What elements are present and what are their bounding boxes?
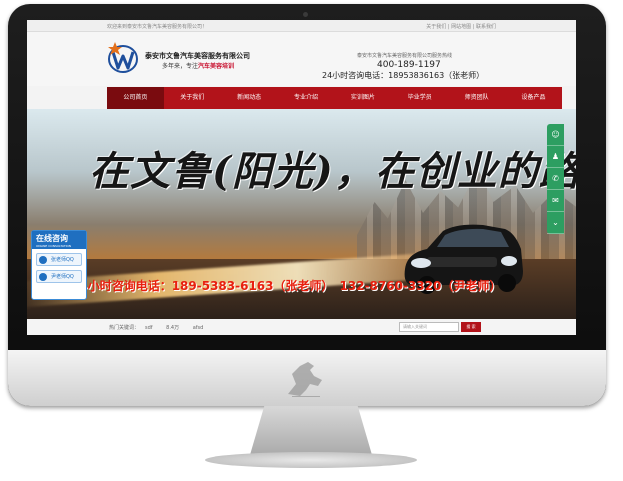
arrow-down-icon[interactable]: ⌄ (547, 212, 564, 234)
consult-phone: 24小时咨询电话：18953836163（张老师） (322, 71, 485, 80)
browser-screen: 欢迎来到泰安市文鲁汽车美容服务有限公司！ 关于我们 | 网站地图 | 联系我们 … (27, 20, 576, 335)
search-input[interactable]: 请输入关键词 (399, 322, 459, 332)
nav-products[interactable]: 设备产品 (505, 87, 562, 109)
hotline-number: 400-189-1197 (377, 60, 441, 70)
qq-icon (39, 273, 47, 281)
banner-title: 在文鲁(阳光)，在创业的路上 (89, 148, 576, 195)
company-logo[interactable] (107, 40, 139, 74)
hot-keywords-bar: 热门关键词： sdf 8.4万 afsd 请输入关键词 搜 索 (27, 319, 576, 335)
phone-icon[interactable]: ✆ (547, 168, 564, 190)
online-consult-widget: 在线咨询 ONLINE CONSULTATION 张老师QQ 尹老师QQ (31, 230, 87, 300)
hot-word[interactable]: afsd (193, 325, 204, 331)
nav-graduates[interactable]: 毕业学员 (391, 87, 448, 109)
slogan: 多年来，专注汽车美容培训 (162, 61, 234, 70)
chat-icon[interactable]: ☺ (547, 124, 564, 146)
monitor-base (205, 452, 417, 468)
hot-word[interactable]: 8.4万 (166, 325, 179, 331)
welcome-text: 欢迎来到泰安市文鲁汽车美容服务有限公司！ (107, 24, 208, 30)
company-name: 泰安市文鲁汽车美容服务有限公司 (145, 52, 250, 60)
consult-qq-yin[interactable]: 尹老师QQ (36, 270, 82, 283)
qq-icon (39, 256, 47, 264)
side-float-toolbar: ☺ ♟ ✆ ✉ ⌄ (547, 124, 564, 234)
consult-row-label: 张老师QQ (51, 257, 74, 263)
consult-header: 在线咨询 ONLINE CONSULTATION (32, 231, 86, 249)
main-nav: 公司首页 关于我们 新闻动态 专业介绍 实训图片 毕业学员 师资团队 设备产品 (107, 87, 562, 109)
slogan-prefix: 多年来，专注 (162, 63, 199, 70)
nav-news[interactable]: 新闻动态 (221, 87, 278, 109)
search-button[interactable]: 搜 索 (461, 322, 481, 332)
nav-majors[interactable]: 专业介绍 (278, 87, 335, 109)
hotline-heading: 泰安市文鲁汽车美容服务有限公司服务热线 (357, 53, 453, 59)
wechat-icon[interactable]: ✉ (547, 190, 564, 212)
hot-word[interactable]: sdf (145, 325, 153, 331)
site-header: 泰安市文鲁汽车美容服务有限公司 多年来，专注汽车美容培训 泰安市文鲁汽车美容服务… (27, 32, 576, 86)
camera-dot (303, 12, 308, 17)
slogan-accent: 汽车美容培训 (198, 63, 235, 70)
top-bar: 欢迎来到泰安市文鲁汽车美容服务有限公司！ 关于我们 | 网站地图 | 联系我们 (27, 20, 576, 32)
consult-row-label: 尹老师QQ (51, 274, 74, 280)
consult-title: 在线咨询 (36, 234, 68, 243)
top-links[interactable]: 关于我们 | 网站地图 | 联系我们 (426, 23, 496, 30)
monitor-stand (249, 406, 373, 456)
hot-words: sdf 8.4万 afsd (145, 324, 215, 331)
hot-label: 热门关键词： (109, 325, 140, 331)
qq-icon[interactable]: ♟ (547, 146, 564, 168)
consult-subtitle: ONLINE CONSULTATION (36, 244, 72, 248)
consult-qq-zhang[interactable]: 张老师QQ (36, 253, 82, 266)
nav-about[interactable]: 关于我们 (164, 87, 221, 109)
horse-logo-icon (288, 362, 322, 397)
nav-teachers[interactable]: 师资团队 (448, 87, 505, 109)
banner-phone: 24小时咨询电话：189-5383-6163（张老师） 132-8760-332… (71, 279, 502, 293)
nav-training-photos[interactable]: 实训图片 (335, 87, 392, 109)
hero-banner: 在文鲁(阳光)，在创业的路上 24小时咨询电话：189-5383-6163（张老… (27, 109, 576, 319)
nav-home[interactable]: 公司首页 (107, 87, 164, 109)
